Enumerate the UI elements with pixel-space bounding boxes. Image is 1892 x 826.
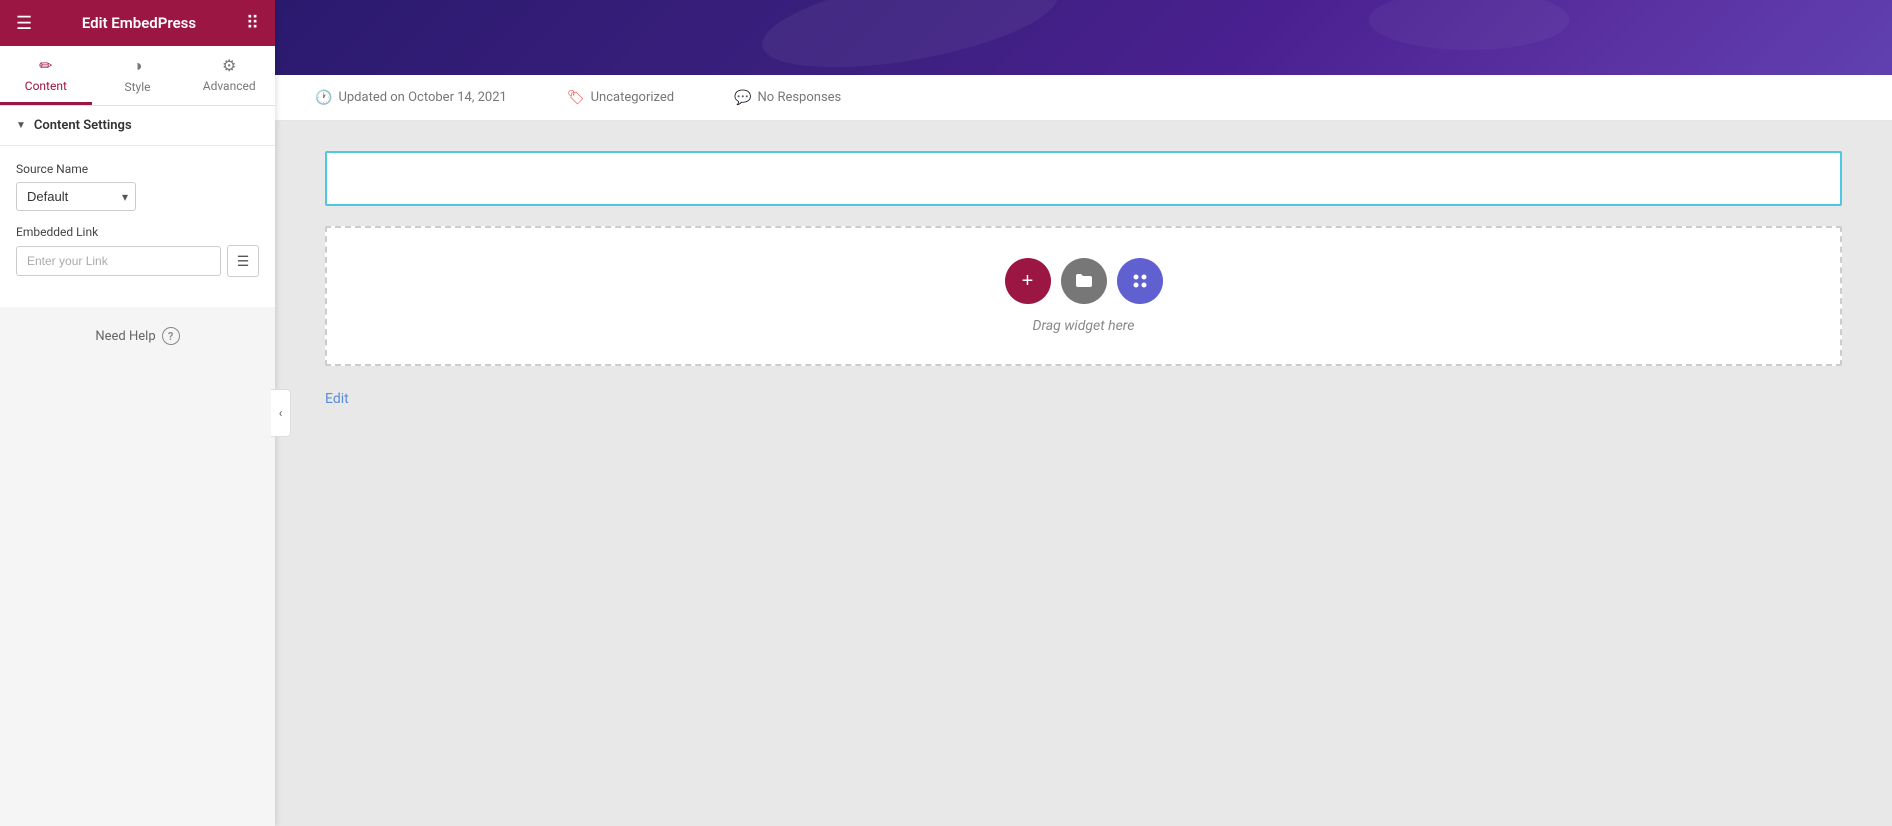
- add-widget-button[interactable]: +: [1005, 258, 1051, 304]
- comment-icon: 💬: [734, 90, 751, 106]
- content-settings-title: Content Settings: [34, 118, 132, 133]
- edit-link[interactable]: Edit: [325, 386, 1842, 412]
- embedded-link-field: Embedded Link ☰: [16, 225, 259, 277]
- tag-icon: 🏷: [567, 90, 585, 106]
- meta-responses-text: No Responses: [758, 90, 842, 105]
- advanced-tab-icon: ⚙: [222, 56, 236, 75]
- content-tab-label: Content: [25, 79, 67, 93]
- selected-element-card: [325, 151, 1842, 206]
- meta-responses: 💬 No Responses: [734, 90, 841, 106]
- need-help[interactable]: Need Help ?: [0, 307, 275, 365]
- meta-category: 🏷 Uncategorized: [567, 90, 674, 106]
- source-name-label: Source Name: [16, 162, 259, 176]
- grid-icon[interactable]: ⠿: [246, 13, 259, 34]
- source-name-select[interactable]: Default: [16, 182, 136, 211]
- selected-box[interactable]: [325, 151, 1842, 206]
- content-settings-body: Source Name Default Embedded Link ☰: [0, 146, 275, 307]
- source-name-field: Source Name Default: [16, 162, 259, 211]
- tab-content[interactable]: ✏ Content: [0, 46, 92, 105]
- top-banner: [275, 0, 1892, 75]
- style-tab-label: Style: [125, 80, 151, 94]
- folder-button[interactable]: [1061, 258, 1107, 304]
- folder-icon: [1074, 271, 1094, 291]
- page-area: + Drag widge: [275, 121, 1892, 826]
- content-settings-header: ▼ Content Settings: [0, 106, 275, 146]
- sidebar-content: ▼ Content Settings Source Name Default E…: [0, 106, 275, 826]
- sidebar-header: ☰ Edit EmbedPress ⠿: [0, 0, 275, 46]
- meta-category-text: Uncategorized: [591, 90, 674, 105]
- embedded-link-row: ☰: [16, 245, 259, 277]
- widget-button[interactable]: [1117, 258, 1163, 304]
- sidebar-collapse-toggle[interactable]: ‹: [271, 389, 291, 437]
- meta-bar: 🕐 Updated on October 14, 2021 🏷 Uncatego…: [275, 75, 1892, 121]
- source-name-select-wrapper: Default: [16, 182, 136, 211]
- drop-zone-card: + Drag widge: [325, 226, 1842, 366]
- chevron-icon: ▼: [16, 120, 26, 131]
- tab-style[interactable]: ◑ Style: [92, 46, 184, 105]
- meta-updated: 🕐 Updated on October 14, 2021: [315, 90, 507, 106]
- content-tab-icon: ✏: [39, 56, 52, 75]
- sidebar-title: Edit EmbedPress: [82, 14, 196, 32]
- drop-zone-buttons: +: [1005, 258, 1163, 304]
- style-tab-icon: ◑: [133, 56, 143, 76]
- meta-updated-text: Updated on October 14, 2021: [338, 90, 506, 105]
- link-list-button[interactable]: ☰: [227, 245, 259, 277]
- embedded-link-label: Embedded Link: [16, 225, 259, 239]
- widget-icon: [1130, 271, 1150, 291]
- drop-zone-label: Drag widget here: [1033, 318, 1135, 334]
- sidebar-tabs: ✏ Content ◑ Style ⚙ Advanced: [0, 46, 275, 106]
- embedded-link-input[interactable]: [16, 246, 221, 276]
- tab-advanced[interactable]: ⚙ Advanced: [183, 46, 275, 105]
- need-help-label: Need Help: [95, 329, 155, 344]
- advanced-tab-label: Advanced: [203, 79, 256, 93]
- hamburger-icon[interactable]: ☰: [16, 13, 32, 34]
- main-content: 🕐 Updated on October 14, 2021 🏷 Uncatego…: [275, 0, 1892, 826]
- help-icon: ?: [162, 327, 180, 345]
- drop-zone: + Drag widge: [325, 226, 1842, 366]
- clock-icon: 🕐: [315, 90, 332, 106]
- spacer: [325, 432, 1842, 532]
- sidebar: ☰ Edit EmbedPress ⠿ ✏ Content ◑ Style ⚙ …: [0, 0, 275, 826]
